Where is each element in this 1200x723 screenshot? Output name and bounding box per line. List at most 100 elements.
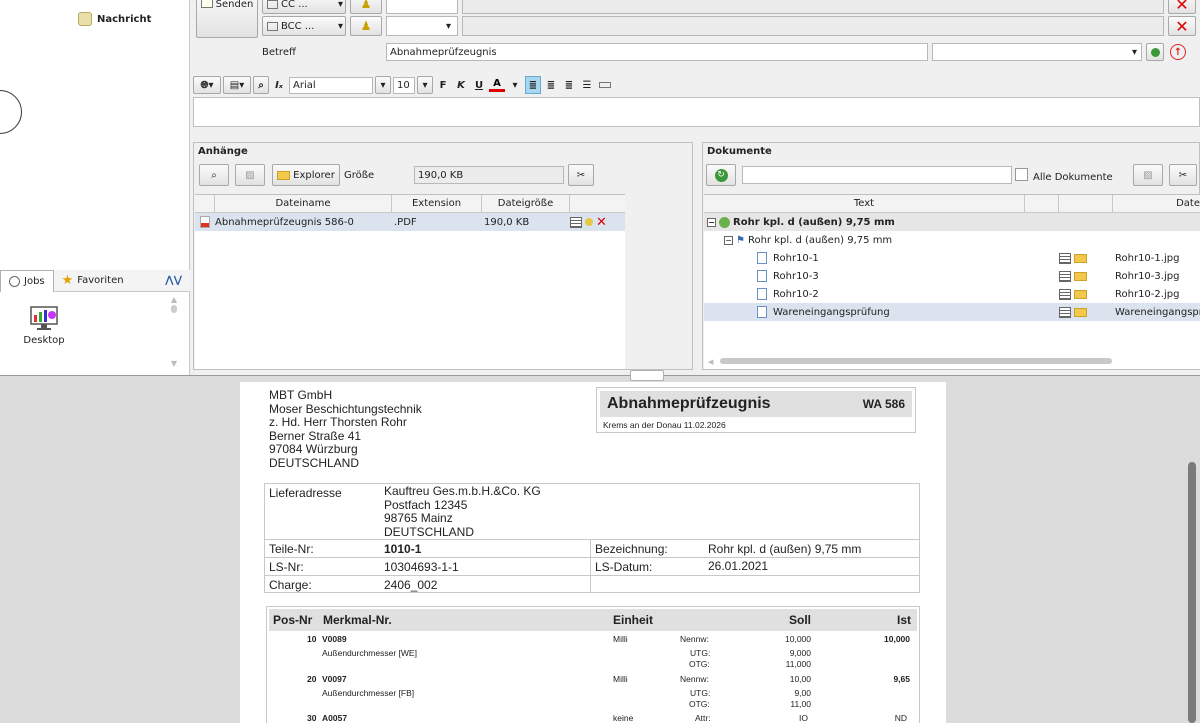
address-line: z. Hd. Herr Thorsten Rohr <box>269 415 407 429</box>
address-line: Berner Straße 41 <box>269 428 362 443</box>
folder-icon[interactable] <box>1074 289 1087 299</box>
documents-search-input[interactable] <box>742 166 1012 184</box>
folder-icon[interactable] <box>1074 253 1087 263</box>
align-right-button[interactable]: ≣ <box>561 76 577 94</box>
tree-label: Rohr10-3 <box>773 270 819 282</box>
item-desc: Außendurchmesser [WE] <box>322 648 417 658</box>
preview-scrollbar[interactable] <box>1188 462 1196 723</box>
item-line-value: 11,000 <box>785 659 811 669</box>
tree-row[interactable]: Rohr10-2 Rohr10-2.jpg <box>704 285 1200 303</box>
tree-row[interactable]: − Rohr kpl. d (außen) 9,75 mm <box>704 213 1200 231</box>
column-header[interactable]: Extension <box>392 195 482 212</box>
italic-button[interactable]: K <box>453 76 469 94</box>
bez-value: Rohr kpl. d (außen) 9,75 mm <box>708 542 862 556</box>
font-select[interactable]: Arial <box>289 76 373 94</box>
explorer-button[interactable]: Explorer <box>272 164 340 186</box>
column-header[interactable]: Date <box>1113 195 1200 212</box>
template-select[interactable]: ▾ <box>932 43 1142 61</box>
all-documents-checkbox[interactable] <box>1015 168 1028 181</box>
desktop-item[interactable]: Desktop <box>22 305 66 346</box>
bcc-button[interactable]: BCC ... ▾ <box>262 16 346 36</box>
underline-button[interactable]: U <box>471 76 487 94</box>
align-left-button[interactable]: ≣ <box>525 76 541 94</box>
bez-label: Bezeichnung: <box>595 542 668 556</box>
attachments-panel: Anhänge ⌕ ▨ Explorer Größe 190,0 KB ✂ Da… <box>193 142 693 370</box>
item-line-value: 9,00 <box>794 688 811 698</box>
bcc-type-select[interactable]: ▾ <box>386 16 458 36</box>
address-line: DEUTSCHLAND <box>269 455 360 470</box>
template-button[interactable]: ▤▾ <box>223 76 251 94</box>
template-apply-button[interactable] <box>1146 43 1164 61</box>
attach-search-button[interactable]: ⌕ <box>199 164 229 186</box>
column-header[interactable]: Dateiname <box>215 195 392 212</box>
column-header[interactable]: Dateigröße <box>482 195 570 212</box>
folder-icon[interactable] <box>1074 307 1087 317</box>
field-button[interactable] <box>597 76 613 94</box>
tree-item-nachricht[interactable]: Nachricht <box>78 12 151 26</box>
cc-input[interactable] <box>462 0 1164 14</box>
tree-row[interactable]: Rohr10-3 Rohr10-3.jpg <box>704 267 1200 285</box>
subject-input[interactable]: Abnahmeprüfzeugnis <box>386 43 928 61</box>
bcc-input[interactable] <box>462 16 1164 36</box>
list-button[interactable]: ☰ <box>579 76 595 94</box>
font-color-button[interactable]: A <box>489 78 505 92</box>
address-line: Kauftreu Ges.m.b.H.&Co. KG <box>384 484 541 498</box>
table-row[interactable]: Abnahmeprüfzeugnis 586-0 .PDF 190,0 KB ✕ <box>195 213 625 231</box>
table-icon[interactable] <box>1059 288 1071 300</box>
delete-icon[interactable]: ✕ <box>596 215 607 230</box>
item-line-label: OTG: <box>689 699 710 709</box>
size-dropdown-button[interactable]: ▾ <box>417 76 433 94</box>
tree-row[interactable]: Wareneingangsprüfung Wareneingangspr <box>704 303 1200 321</box>
table-icon[interactable] <box>1059 270 1071 282</box>
globe-button[interactable]: 🌐︎▾ <box>193 76 221 94</box>
font-color-dropdown[interactable]: ▾ <box>507 76 523 94</box>
cc-button[interactable]: CC ... ▾ <box>262 0 346 14</box>
splitter-handle[interactable] <box>630 370 664 381</box>
horizontal-scrollbar[interactable]: ◀ <box>708 356 1196 366</box>
priority-icon[interactable]: ↑ <box>1170 44 1186 60</box>
align-center-button[interactable]: ≣ <box>543 76 559 94</box>
column-header[interactable]: Text <box>704 195 1025 212</box>
address-line: 98765 Mainz <box>384 511 453 525</box>
table-icon[interactable] <box>1059 252 1071 264</box>
tree-row[interactable]: − ⚑ Rohr kpl. d (außen) 9,75 mm <box>704 231 1200 249</box>
search-button[interactable]: ⌕ <box>253 76 269 94</box>
folder-icon[interactable] <box>1074 271 1087 281</box>
document-icon <box>757 306 767 318</box>
clear-format-button[interactable]: Iₓ <box>271 76 287 94</box>
tab-favoriten[interactable]: ★ Favoriten <box>54 270 132 292</box>
bcc-remove-button[interactable]: ✕ <box>1168 16 1196 36</box>
refresh-button[interactable]: ↻ <box>706 164 736 186</box>
address-book-button[interactable]: ♟ <box>350 0 382 14</box>
settings-button[interactable]: ✂ <box>1169 164 1197 186</box>
table-icon[interactable] <box>1059 306 1071 318</box>
scroll-thumb[interactable] <box>720 358 1112 364</box>
image-button[interactable]: ▨ <box>235 164 265 186</box>
bold-button[interactable]: F <box>435 76 451 94</box>
size-select[interactable]: 10 <box>393 76 415 94</box>
tree-row[interactable]: Rohr10-1 Rohr10-1.jpg <box>704 249 1200 267</box>
send-button[interactable]: Senden <box>196 0 258 38</box>
teile-label: Teile-Nr: <box>269 542 314 556</box>
address-book-button[interactable]: ♟ <box>350 16 382 36</box>
table-icon[interactable] <box>570 216 582 228</box>
tab-jobs[interactable]: Jobs <box>0 269 54 292</box>
image-button[interactable]: ▨ <box>1133 164 1163 186</box>
left-scrollbar[interactable]: ▲ ▼ <box>168 295 180 368</box>
tools-icon: ✂ <box>576 169 586 181</box>
address-line: MBT GmbH <box>269 388 333 402</box>
bcc-label: BCC ... <box>281 20 315 32</box>
font-dropdown-button[interactable]: ▾ <box>375 76 391 94</box>
message-icon <box>78 12 92 26</box>
file-size: 190,0 KB <box>484 216 530 228</box>
people-icon: ♟ <box>360 0 372 11</box>
item-pos: 10 <box>307 634 317 644</box>
settings-button[interactable]: ✂ <box>568 164 594 186</box>
collapse-icon[interactable]: ⋀⋁ <box>165 275 182 286</box>
cc-remove-button[interactable]: ✕ <box>1168 0 1196 14</box>
message-body[interactable] <box>193 97 1200 127</box>
cc-type-select[interactable] <box>386 0 458 14</box>
green-dot-icon[interactable] <box>585 218 593 226</box>
dropdown-icon: ▾ <box>337 20 343 32</box>
delivery-label: Lieferadresse <box>269 486 342 500</box>
